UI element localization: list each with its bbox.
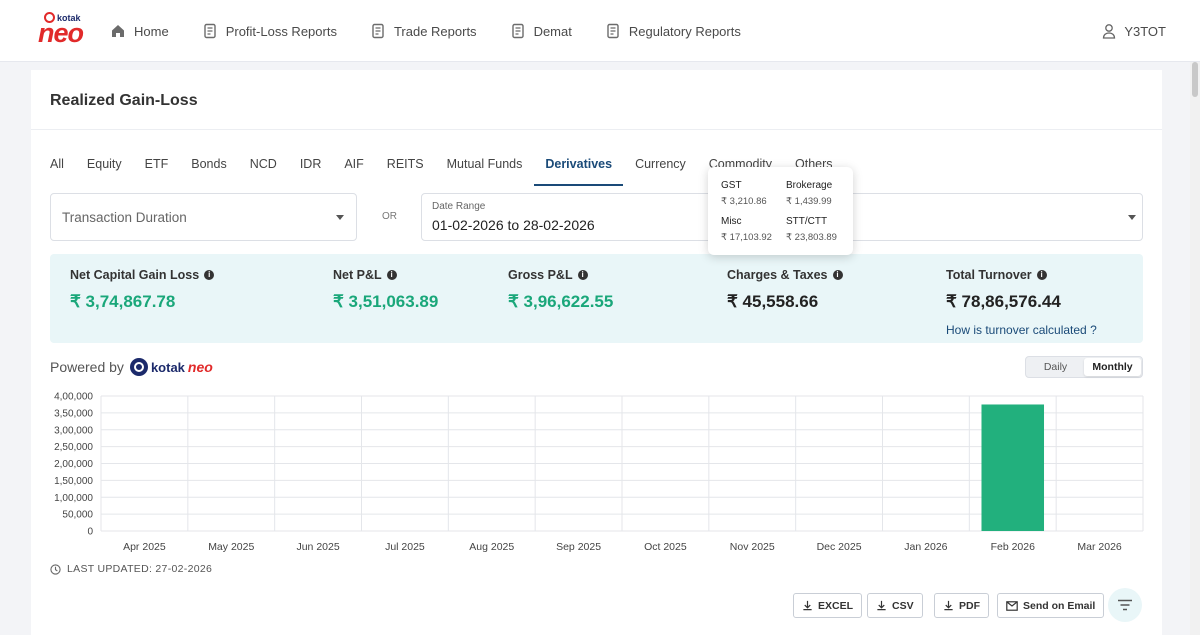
y-tick-label: 2,50,000 [54,442,93,453]
scrollbar-thumb[interactable] [1192,62,1198,97]
main-nav: Home Profit-Loss Reports Trade Reports D… [110,0,774,62]
user-icon [1103,24,1116,39]
send-on-email-button[interactable]: Send on Email [997,593,1105,618]
y-tick-label: 3,00,000 [54,425,93,436]
charges-breakdown-tooltip: GST ₹ 3,210.86 Brokerage ₹ 1,439.99 Misc ₹ … [708,167,853,255]
y-tick-label: 2,00,000 [54,459,93,470]
filter-icon [1118,599,1132,611]
info-icon[interactable]: i [204,270,215,280]
page-title: Realized Gain-Loss [50,92,198,109]
report-icon [511,23,524,39]
tooltip-misc: Misc ₹ 17,103.92 [721,216,772,243]
date-range-value: 01-02-2026 to 28-02-2026 [432,217,595,233]
or-separator: OR [382,211,397,222]
x-tick-label: Oct 2025 [644,541,687,553]
nav-profit-loss-reports[interactable]: Profit-Loss Reports [202,23,337,39]
transaction-duration-select[interactable]: Transaction Duration [50,193,357,241]
x-tick-label: Apr 2025 [123,541,166,553]
charges-and-taxes: Charges & Taxes i ₹ 45,558.66 [727,268,843,312]
x-tick-label: Aug 2025 [469,541,514,553]
tab-ncd[interactable]: NCD [250,155,277,186]
y-tick-label: 50,000 [62,510,93,521]
x-tick-label: Jan 2026 [904,541,947,553]
tab-all[interactable]: All [50,155,64,186]
summary-panel: Net Capital Gain Loss i ₹ 3,74,867.78 Net… [50,254,1143,343]
tab-mutual-funds[interactable]: Mutual Funds [447,155,523,186]
y-tick-label: 3,50,000 [54,408,93,419]
tab-aif[interactable]: AIF [344,155,363,186]
x-tick-label: Sep 2025 [556,541,601,553]
y-tick-label: 1,50,000 [54,476,93,487]
y-tick-label: 0 [87,527,93,538]
info-icon[interactable]: i [577,270,588,280]
x-tick-label: Nov 2025 [730,541,775,553]
nav-demat[interactable]: Demat [510,23,572,39]
x-tick-label: Dec 2025 [817,541,862,553]
info-icon[interactable]: i [386,270,397,280]
home-icon [112,25,124,37]
tooltip-gst: GST ₹ 3,210.86 [721,180,767,207]
page-scrollbar[interactable] [1190,62,1200,635]
pdf-download-button[interactable]: PDF [934,593,989,618]
powered-by: Powered by kotak neo [50,358,213,376]
x-tick-label: Mar 2026 [1077,541,1122,553]
divider [31,129,1162,130]
y-tick-label: 1,00,000 [54,493,93,504]
csv-download-button[interactable]: CSV [867,593,923,618]
info-icon[interactable]: i [832,270,843,280]
turnover-help-link[interactable]: How is turnover calculated ? [946,323,1097,337]
kotak-logo-icon [129,358,148,376]
report-icon [607,23,619,39]
tab-bonds[interactable]: Bonds [191,155,226,186]
mail-icon [1006,600,1018,611]
x-tick-label: Jul 2025 [385,541,425,553]
net-capital-gain-loss: Net Capital Gain Loss i ₹ 3,74,867.78 [70,268,215,312]
download-icon [944,600,953,611]
user-id: Y3TOT [1124,23,1166,39]
nav-regulatory-reports[interactable]: Regulatory Reports [605,23,741,39]
excel-download-button[interactable]: EXCEL [793,593,863,618]
download-icon [803,600,812,611]
filter-button[interactable] [1108,588,1142,622]
tooltip-brokerage: Brokerage ₹ 1,439.99 [786,180,833,207]
tab-idr[interactable]: IDR [300,155,322,186]
x-tick-label: May 2025 [208,541,254,553]
tab-equity[interactable]: Equity [87,155,122,186]
x-tick-label: Jun 2025 [296,541,339,553]
gross-pnl: Gross P&L i ₹ 3,96,622.55 [508,268,614,311]
download-icon [877,600,886,611]
gain-loss-bar-chart: 4,00,000 3,50,000 3,00,000 2,50,000 2,00,000… [54,392,1144,553]
report-icon [203,23,216,39]
last-updated: LAST UPDATED: 27-02-2026 [50,563,212,575]
tab-currency[interactable]: Currency [635,155,686,186]
chevron-down-icon [1128,215,1136,220]
top-navbar: kotak neo Home Profit-Loss Reports Trade… [0,0,1200,62]
chevron-down-icon [336,215,344,220]
report-icon [372,23,384,39]
kotak-neo-logo[interactable]: kotak neo [38,12,90,50]
nav-trade-reports[interactable]: Trade Reports [370,23,477,39]
clock-icon [50,563,61,575]
net-pnl: Net P&L i ₹ 3,51,063.89 [333,268,439,311]
realized-gain-loss-card: Realized Gain-Loss All Equity ETF Bonds … [31,70,1162,635]
total-turnover: Total Turnover i ₹ 78,86,576.44 How is tu… [946,268,1097,337]
tab-reits[interactable]: REITS [387,155,424,186]
info-icon[interactable]: i [1036,270,1047,280]
period-toggle: Daily Monthly [1025,356,1143,378]
tooltip-stt-ctt: STT/CTT ₹ 23,803.89 [786,216,837,243]
toggle-daily[interactable]: Daily [1027,358,1084,376]
toggle-monthly[interactable]: Monthly [1084,358,1141,376]
nav-home[interactable]: Home [110,23,169,39]
bar-feb-2026 [981,404,1045,531]
tab-etf[interactable]: ETF [145,155,169,186]
y-tick-label: 4,00,000 [54,392,93,403]
user-menu[interactable]: Y3TOT [1102,0,1166,62]
kotak-neo-logo: kotak neo [129,358,213,376]
x-tick-label: Feb 2026 [991,541,1036,553]
tab-derivatives[interactable]: Derivatives [534,155,623,186]
